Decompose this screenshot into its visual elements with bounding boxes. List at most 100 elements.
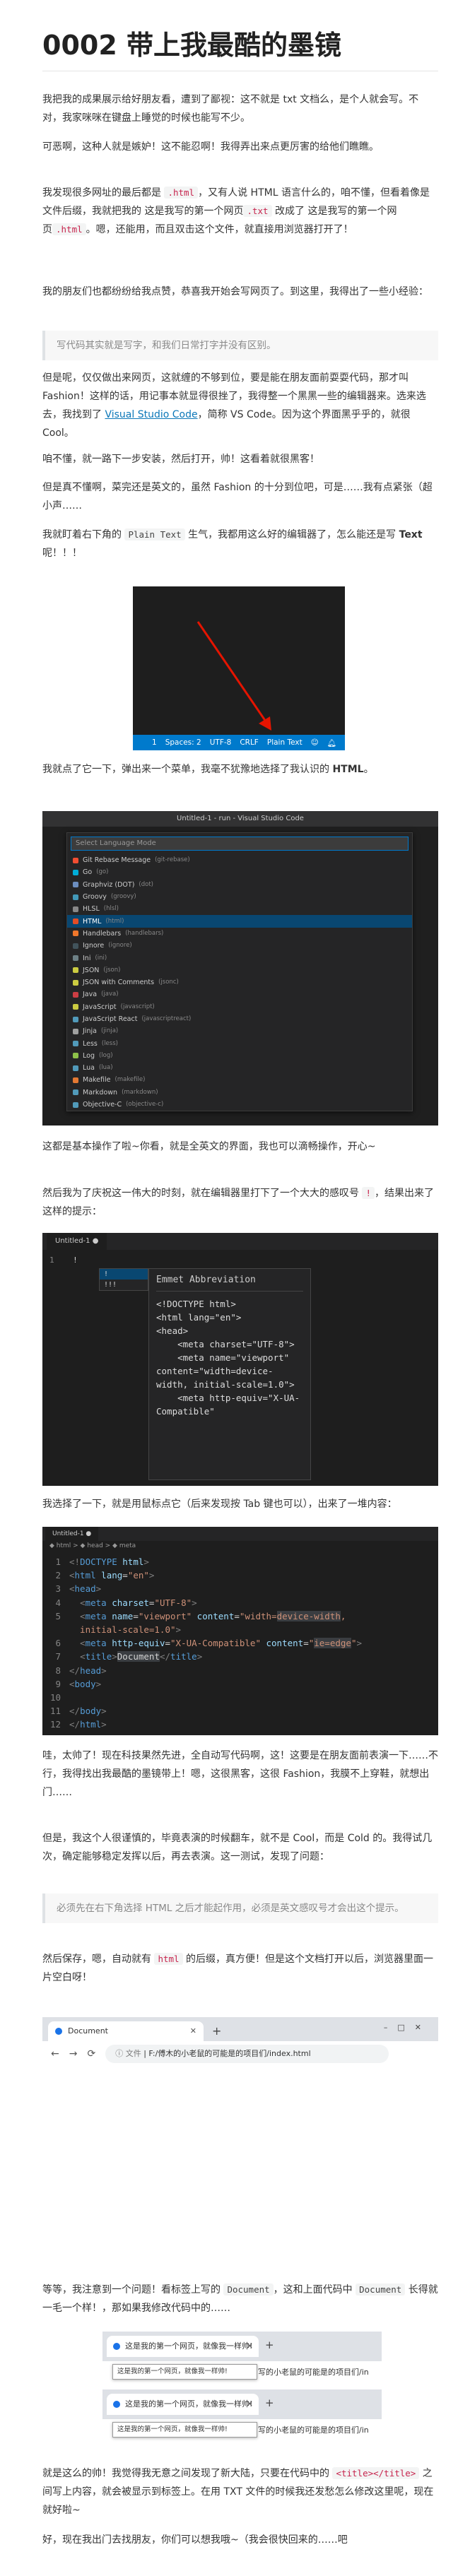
status-item[interactable]: UTF-8	[210, 738, 232, 747]
paragraph-18: 好，现在我出门去找朋友，你们可以想我哦~（我会很快回来的……吧	[42, 2534, 348, 2546]
language-option[interactable]: Git Rebase Message (git-rebase)	[67, 854, 412, 866]
language-option[interactable]: JSON with Comments (jsonc)	[67, 976, 412, 988]
globe-icon	[113, 2343, 120, 2350]
feedback-icon[interactable]: ☺	[311, 738, 319, 747]
language-option[interactable]: Markdown (markdown)	[67, 1087, 412, 1099]
status-item[interactable]: Spaces: 2	[165, 738, 201, 747]
browser-title-screenshot: 这是我的第一个网页，就像我一样帅! ✕ + 这是我的第一个网页，就像我一样帅! …	[102, 2332, 382, 2452]
language-option[interactable]: JavaScript (javascript)	[67, 1001, 412, 1013]
file-type-icon	[73, 906, 78, 912]
paragraph-12: 我选择了一下，就是用鼠标点它（后来发现按 Tab 键也可以），出来了一堆内容：	[42, 1499, 397, 1510]
paragraph-6: 咱不懂，就一路下一步安装，然后打开，帅！这看着就很黑客！	[42, 454, 319, 465]
reload-icon[interactable]: ⟳	[87, 2048, 95, 2060]
paragraph-9: 我就点了它一下，弹出来一个菜单，我毫不犹豫地选择了我认识的 HTML。	[42, 764, 374, 775]
language-option[interactable]: Graphviz (DOT) (dot)	[67, 879, 412, 891]
red-arrow-icon	[196, 621, 271, 731]
inline-code: .txt	[243, 205, 272, 217]
info-icon: ⓘ	[115, 2049, 126, 2058]
forward-icon[interactable]: →	[69, 2048, 78, 2060]
file-type-icon	[73, 857, 78, 863]
paragraph-8: 我就盯着右下角的 Plain Text 生气，我都用这么好的编辑器了，怎么能还是…	[42, 528, 423, 559]
language-option[interactable]: Java (java)	[67, 988, 412, 1000]
browser-tab[interactable]: 这是我的第一个网页，就像我一样帅! ✕	[107, 2336, 259, 2357]
paragraph-16: 等等，我注意到一个问题！看标签上写的 Document ，这和上面代码中 Docu…	[42, 2283, 438, 2314]
address-bar[interactable]: 写的小老鼠的可能是的项目们/in	[258, 2366, 369, 2377]
inline-code: !	[362, 1187, 375, 1199]
file-type-icon	[73, 894, 78, 900]
new-tab-icon[interactable]: +	[212, 2024, 221, 2038]
language-mode-button[interactable]: Plain Text	[267, 738, 302, 747]
language-option[interactable]: Less (less)	[67, 1037, 412, 1049]
address-bar[interactable]: ⓘ 文件 | F:/傅木的小老鼠的可能是的项目们/index.html	[105, 2045, 389, 2063]
browser-tab[interactable]: Document ✕	[48, 2021, 204, 2041]
new-tab-icon[interactable]: +	[265, 2339, 274, 2351]
bell-icon[interactable]: 🔔︎	[327, 738, 336, 748]
browser-viewport	[42, 2067, 438, 2084]
language-option[interactable]: Ini (ini)	[67, 952, 412, 964]
file-type-icon	[73, 1089, 78, 1096]
inline-code: Plain Text	[124, 528, 185, 540]
inline-code: html	[154, 1953, 183, 1965]
language-option[interactable]: Jinja (jinja)	[67, 1025, 412, 1037]
back-icon[interactable]: ←	[51, 2048, 59, 2060]
window-controls[interactable]: –□✕	[384, 2023, 431, 2032]
article-title: 0002 带上我最酷的墨镜	[42, 30, 341, 61]
language-option[interactable]: JSON (json)	[67, 964, 412, 976]
close-icon[interactable]: ✕	[247, 2394, 253, 2415]
close-icon[interactable]: ✕	[190, 2021, 196, 2041]
language-option[interactable]: JavaScript React (javascriptreact)	[67, 1013, 412, 1025]
paragraph-15: 然后保存，嗯，自动就有 html 的后缀，真方便！但是这个文档打开以后，浏览器里…	[42, 1953, 434, 1983]
suggestion-item[interactable]: !	[100, 1269, 148, 1280]
language-picker-screenshot: Untitled-1 - run - Visual Studio Code Se…	[42, 811, 438, 1125]
file-type-icon	[73, 918, 78, 925]
file-type-icon	[73, 991, 78, 998]
address-bar[interactable]: 写的小老鼠的可能是的项目们/in	[258, 2424, 369, 2435]
paragraph-17: 就是这么的帅！我觉得我无意之间发现了新大陆，只要在代码中的 <title></t…	[42, 2467, 434, 2516]
language-option[interactable]: Ignore (ignore)	[67, 940, 412, 952]
language-option[interactable]: HTML (html)	[67, 915, 412, 928]
browser-tab[interactable]: 这是我的第一个网页，就像我一样帅! ✕	[107, 2394, 259, 2415]
inline-code: Document	[356, 2283, 406, 2296]
vscode-link[interactable]: Visual Studio Code	[105, 409, 197, 420]
emmet-doc-title: Emmet Abbreviation	[156, 1275, 303, 1292]
file-type-icon	[73, 869, 78, 875]
language-option[interactable]: Lua (lua)	[67, 1062, 412, 1074]
language-option[interactable]: HLSL (hlsl)	[67, 903, 412, 915]
typed-text: !	[73, 1255, 78, 1265]
file-type-icon	[73, 943, 78, 949]
blockquote-2: 必须先在右下角选择 HTML 之后才能起作用，必须是英文感叹号才会出这个提示。	[42, 1893, 438, 1923]
language-search-input[interactable]: Select Language Mode	[71, 837, 409, 851]
file-type-icon	[73, 967, 78, 974]
file-type-icon	[73, 955, 78, 962]
file-type-icon	[73, 1028, 78, 1034]
new-tab-icon[interactable]: +	[265, 2397, 274, 2409]
breadcrumb[interactable]: ◆ html > ◆ head > ◆ meta	[49, 1542, 136, 1549]
inline-code: .html	[52, 223, 86, 235]
emmet-doc-panel: Emmet Abbreviation <!DOCTYPE html> <html…	[148, 1268, 311, 1480]
language-option[interactable]: Makefile (makefile)	[67, 1074, 412, 1086]
globe-icon	[113, 2401, 120, 2408]
file-type-icon	[73, 1053, 78, 1059]
tab-tooltip: 这是我的第一个网页，就像我一样帅!	[112, 2422, 257, 2438]
language-option[interactable]: Log (log)	[67, 1050, 412, 1062]
language-option[interactable]: Handlebars (handlebars)	[67, 928, 412, 940]
editor-tab[interactable]: Untitled-1 ●	[45, 1527, 99, 1541]
file-type-icon	[73, 1077, 78, 1083]
language-option[interactable]: Objective-C (objective-c)	[67, 1099, 412, 1111]
tab-tooltip: 这是我的第一个网页，就像我一样帅!	[112, 2364, 257, 2380]
language-option[interactable]: Go (go)	[67, 866, 412, 878]
paragraph-14: 但是，我这个人很谨慎的，毕竟表演的时候翻车，就不是 Cool，而是 Cold 的…	[42, 1833, 433, 1862]
emmet-doc-code: <!DOCTYPE html> <html lang="en"> <head> …	[156, 1299, 300, 1417]
close-icon[interactable]: ✕	[247, 2336, 253, 2357]
status-item[interactable]: 1	[152, 738, 157, 747]
inline-code: Document	[223, 2283, 274, 2296]
editor-tab[interactable]: Untitled-1 ●	[47, 1233, 107, 1250]
suggestion-item[interactable]: !!!	[100, 1280, 148, 1290]
file-type-icon	[73, 930, 78, 937]
file-type-icon	[73, 1041, 78, 1047]
emmet-screenshot: Untitled-1 ● 1 ! ! !!! Emmet Abbreviatio…	[42, 1233, 438, 1486]
code-editor[interactable]: 1 <!DOCTYPE html> 2 <html lang="en"> 3 <hea…	[42, 1555, 438, 1732]
status-item[interactable]: CRLF	[240, 738, 259, 747]
article-page: 0002 带上我最酷的墨镜 我把我的成果展示给好朋友看，遭到了鄙视：这不就是 t…	[0, 0, 470, 2576]
language-option[interactable]: Groovy (groovy)	[67, 891, 412, 903]
